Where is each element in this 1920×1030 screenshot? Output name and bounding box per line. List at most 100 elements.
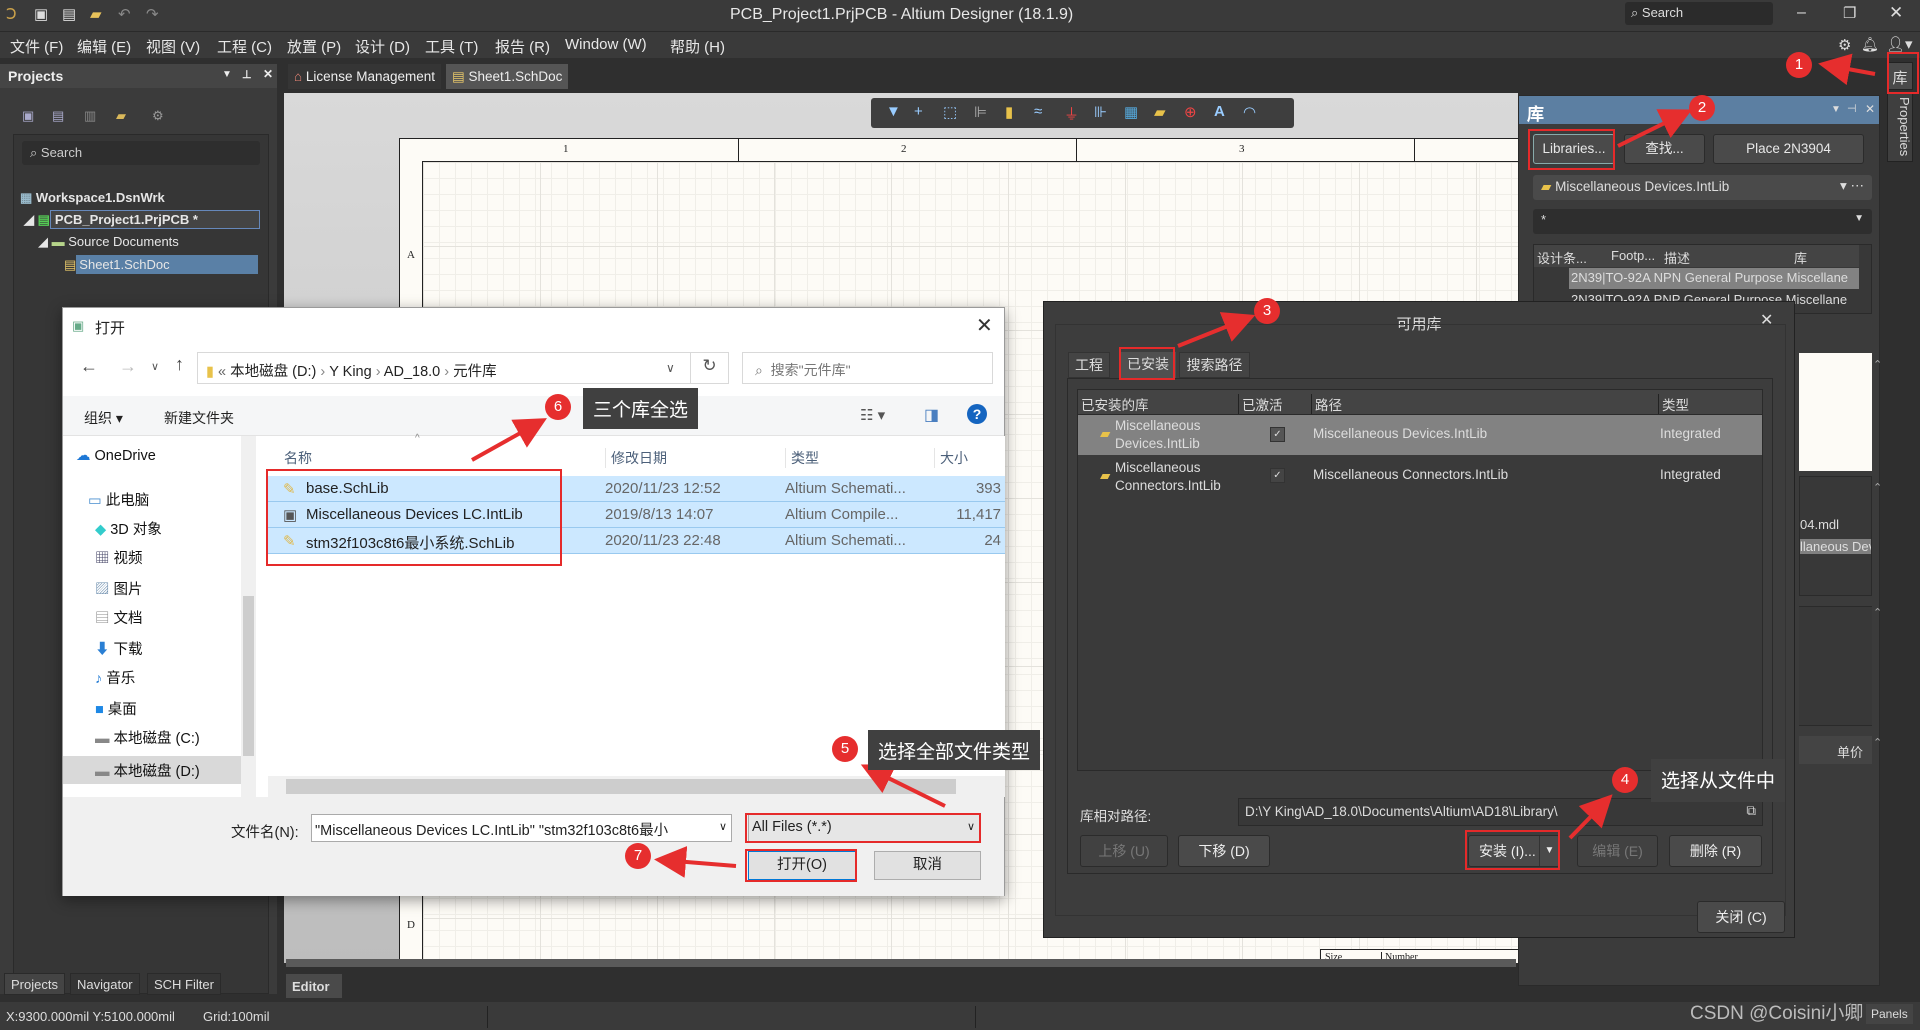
- tab-license-management[interactable]: ⌂ License Management: [288, 64, 442, 89]
- column-header[interactable]: Footp...: [1611, 248, 1655, 263]
- menu-design[interactable]: 设计 (D): [355, 36, 410, 57]
- tree-source-documents[interactable]: ◢ ▬ Source Documents: [38, 234, 179, 250]
- dialog-close-button[interactable]: ✕: [976, 313, 993, 338]
- nav-downloads[interactable]: ⬇ 下载: [95, 638, 143, 659]
- move-down-button[interactable]: 下移 (D): [1178, 835, 1270, 867]
- refresh-icon[interactable]: ↻: [690, 353, 728, 383]
- menu-reports[interactable]: 报告 (R): [495, 36, 550, 57]
- tab-projects[interactable]: Projects: [4, 973, 65, 995]
- bell-icon[interactable]: 🔔︎: [1861, 36, 1879, 53]
- save-icon[interactable]: ▣: [34, 5, 48, 23]
- tree-sheet1[interactable]: ▤ Sheet1.SchDoc: [64, 255, 259, 274]
- restore-button[interactable]: ❐: [1843, 4, 1856, 22]
- part-icon[interactable]: ▮: [1005, 103, 1013, 121]
- breadcrumb-overflow[interactable]: «: [218, 364, 226, 380]
- global-search-input[interactable]: ⌕ Search: [1625, 2, 1773, 25]
- nav-videos[interactable]: ▦ 视频: [95, 547, 143, 568]
- relative-path-input[interactable]: D:\Y King\AD_18.0\Documents\Altium\AD18\…: [1238, 798, 1763, 826]
- nav-onedrive[interactable]: ☁ OneDrive: [76, 448, 156, 464]
- side-tab-properties[interactable]: Properties: [1887, 92, 1913, 162]
- close-button[interactable]: 关闭 (C): [1697, 901, 1785, 933]
- close-project-icon[interactable]: ▥: [84, 108, 96, 124]
- menu-place[interactable]: 放置 (P): [287, 36, 341, 57]
- filter-icon[interactable]: ▼: [886, 103, 901, 120]
- tree-project[interactable]: ◢ ▤ PCB_Project1.PrjPCB *: [24, 210, 260, 229]
- filename-input[interactable]: "Miscellaneous Devices LC.IntLib" "stm32…: [311, 814, 732, 842]
- wire-icon[interactable]: ≈: [1034, 103, 1042, 120]
- user-icon[interactable]: 👤︎▾: [1886, 35, 1913, 53]
- up-arrow-icon[interactable]: ↑: [175, 354, 184, 375]
- nav-drive-d[interactable]: ▬ 本地磁盘 (D:): [63, 756, 241, 784]
- organize-button[interactable]: 组织 ▾: [84, 408, 123, 428]
- breadcrumb-item[interactable]: AD_18.0: [384, 364, 440, 380]
- active-checkbox[interactable]: ✓: [1270, 427, 1285, 442]
- nav-3d-objects[interactable]: ◆ 3D 对象: [95, 518, 162, 539]
- column-header[interactable]: 设计条...: [1537, 248, 1587, 267]
- library-row[interactable]: ▰ Miscellaneous Connectors.IntLib ✓ Misce…: [1078, 455, 1762, 499]
- no-erc-icon[interactable]: ⊕: [1184, 103, 1197, 121]
- undo-icon[interactable]: ↶: [118, 5, 131, 23]
- menu-edit[interactable]: 编辑 (E): [77, 36, 131, 57]
- compile-icon[interactable]: ▤: [52, 108, 64, 124]
- select-icon[interactable]: ⬚: [943, 103, 957, 121]
- gear-icon[interactable]: ⚙: [1838, 36, 1851, 54]
- panel-menu-icon[interactable]: ▼: [1831, 104, 1841, 115]
- recent-dropdown-icon[interactable]: ∨: [151, 360, 159, 373]
- active-checkbox[interactable]: ✓: [1270, 468, 1285, 483]
- nav-this-pc[interactable]: ▭ 此电脑: [88, 489, 149, 510]
- view-options-icon[interactable]: ☷ ▾: [860, 406, 885, 424]
- align-icon[interactable]: ⊫: [974, 103, 987, 121]
- forward-arrow-icon[interactable]: →: [119, 356, 137, 377]
- redo-icon[interactable]: ↷: [146, 5, 159, 23]
- new-folder-button[interactable]: 新建文件夹: [164, 408, 234, 428]
- search-button[interactable]: 查找...: [1624, 134, 1705, 164]
- settings-icon[interactable]: ⚙: [152, 108, 164, 124]
- pin-icon[interactable]: ⊥: [242, 68, 252, 81]
- preview-pane-icon[interactable]: ◨: [924, 405, 939, 425]
- menu-file[interactable]: 文件 (F): [10, 36, 63, 57]
- horizontal-scrollbar[interactable]: [286, 959, 1516, 967]
- project-search-input[interactable]: ⌕ Search: [22, 141, 260, 165]
- menu-window[interactable]: Window (W): [565, 36, 647, 53]
- remove-button[interactable]: 删除 (R): [1669, 835, 1762, 867]
- scrollbar-thumb[interactable]: [286, 779, 956, 794]
- nav-music[interactable]: ♪ 音乐: [95, 667, 135, 688]
- panels-button[interactable]: Panels: [1866, 1004, 1913, 1024]
- tab-sch-filter[interactable]: SCH Filter: [147, 973, 221, 995]
- browse-folder-icon[interactable]: ⧉: [1746, 803, 1756, 819]
- menu-project[interactable]: 工程 (C): [217, 36, 272, 57]
- search-folder-input[interactable]: ⌕ 搜索"元件库": [742, 352, 993, 384]
- tree-workspace[interactable]: ▦ Workspace1.DsnWrk: [20, 190, 165, 206]
- save-project-icon[interactable]: ▣: [22, 108, 34, 124]
- nav-scrollbar[interactable]: [241, 436, 256, 797]
- breadcrumb-item[interactable]: 元件库: [453, 364, 497, 380]
- project-options-icon[interactable]: ▰: [116, 108, 126, 124]
- column-header[interactable]: 已激活: [1238, 394, 1283, 414]
- library-row[interactable]: ▰ Miscellaneous Devices.IntLib ✓ Miscella…: [1078, 415, 1762, 455]
- open-folder-icon[interactable]: ▰: [90, 5, 102, 23]
- library-select[interactable]: ▰ Miscellaneous Devices.IntLib ▾ ⋯: [1533, 175, 1872, 200]
- nav-desktop[interactable]: ■ 桌面: [95, 698, 137, 719]
- menu-help[interactable]: 帮助 (H): [670, 36, 725, 57]
- bus-icon[interactable]: ⊪: [1094, 103, 1107, 121]
- minimize-button[interactable]: –: [1797, 4, 1806, 22]
- place-button[interactable]: Place 2N3904: [1713, 134, 1864, 164]
- column-header[interactable]: 类型: [1658, 394, 1689, 414]
- column-header[interactable]: 库: [1794, 248, 1807, 267]
- edit-button[interactable]: 编辑 (E): [1577, 835, 1658, 867]
- collapse-icon[interactable]: ⌃: [1873, 736, 1882, 749]
- move-icon[interactable]: +: [914, 103, 923, 120]
- sheet-symbol-icon[interactable]: ▦: [1124, 103, 1138, 121]
- breadcrumb-item[interactable]: 本地磁盘 (D:): [230, 364, 316, 380]
- collapse-icon[interactable]: ⌃: [1873, 481, 1882, 494]
- breadcrumb-item[interactable]: Y King: [329, 364, 371, 380]
- panel-close-icon[interactable]: ✕: [263, 67, 273, 81]
- column-header[interactable]: 描述: [1664, 248, 1690, 267]
- tab-editor[interactable]: Editor: [286, 974, 342, 998]
- table-row[interactable]: 2N39|TO-92A NPN General Purpose Miscella…: [1569, 268, 1859, 289]
- chevron-down-icon[interactable]: ∨: [666, 361, 675, 375]
- port-icon[interactable]: ▰: [1154, 103, 1166, 121]
- address-bar[interactable]: ▮ « 本地磁盘 (D:) › Y King › AD_18.0 › 元件库 ∨…: [197, 352, 729, 384]
- panel-close-icon[interactable]: ✕: [1865, 102, 1875, 116]
- tab-search-path[interactable]: 搜索路径: [1179, 352, 1250, 378]
